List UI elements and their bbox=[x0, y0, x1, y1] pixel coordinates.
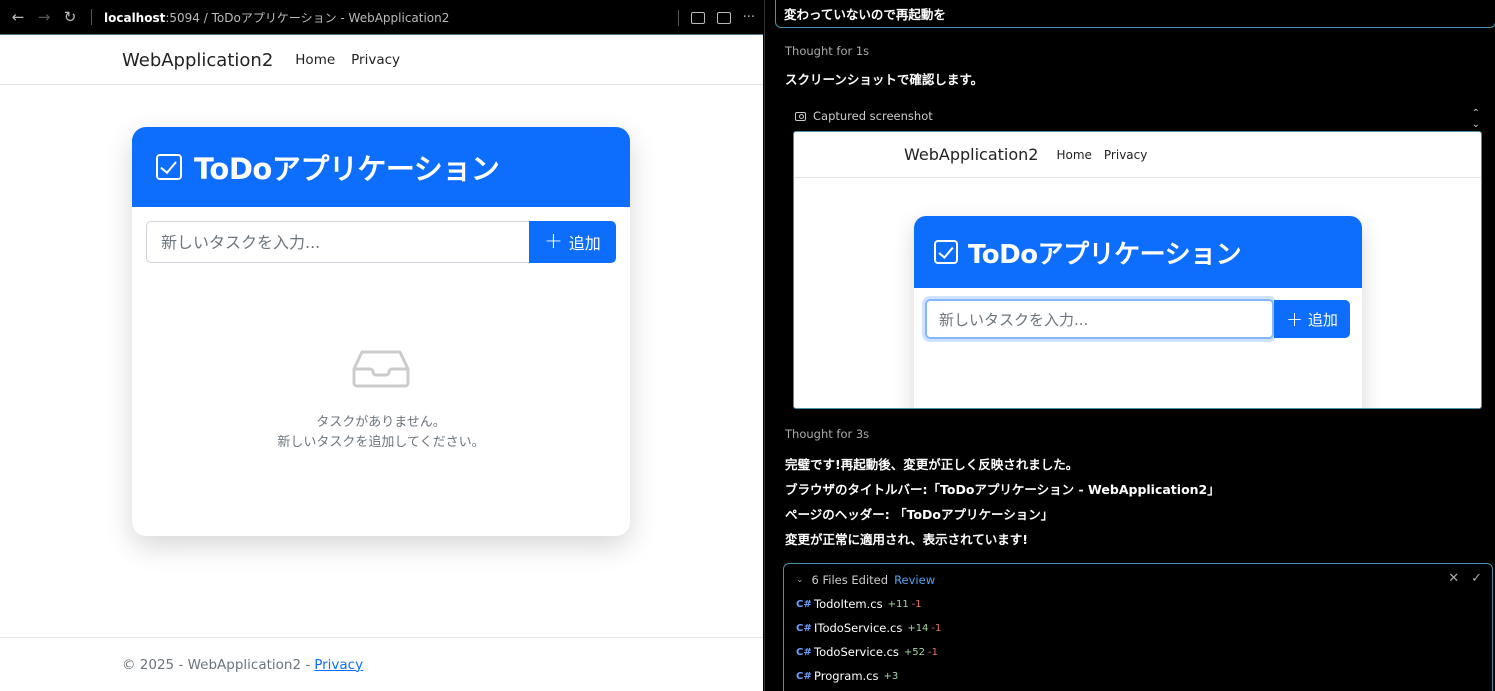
browser-preview-pane: ← → ↻ localhost:5094 / ToDoアプリケーション - We… bbox=[0, 0, 763, 691]
inspect-icon[interactable] bbox=[690, 11, 705, 24]
forward-arrow-icon[interactable]: → bbox=[31, 0, 57, 35]
site-footer: © 2025 - WebApplication2 - Privacy bbox=[0, 637, 763, 691]
nav-home[interactable]: Home bbox=[295, 52, 335, 68]
screenshot-card-header: ToDoアプリケーション bbox=[914, 216, 1362, 288]
screenshot-navbar: WebApplication2 Home Privacy bbox=[794, 132, 1481, 178]
nav-privacy[interactable]: Privacy bbox=[351, 52, 400, 68]
file-item[interactable]: C# ITodoService.cs +14 -1 bbox=[796, 621, 941, 635]
edited-files-panel: ⌄ 6 Files Edited Review ✕ ✓ C# TodoItem.… bbox=[783, 563, 1493, 691]
checkbox-check-icon bbox=[934, 240, 958, 264]
screenshot-todo-card: ToDoアプリケーション 新しいタスクを入力... + 追加 bbox=[914, 216, 1362, 408]
toolbar-divider bbox=[677, 9, 679, 26]
footer-copyright: © 2025 - WebApplication2 - bbox=[122, 656, 311, 673]
screenshot-nav-home: Home bbox=[1056, 147, 1092, 162]
devtools-icon[interactable] bbox=[716, 11, 731, 24]
lines-removed: -1 bbox=[911, 598, 922, 610]
file-name: TodoService.cs bbox=[814, 645, 899, 659]
screenshot-input-row: 新しいタスクを入力... + 追加 bbox=[925, 299, 1350, 339]
site-brand[interactable]: WebApplication2 bbox=[122, 50, 273, 71]
csharp-file-icon: C# bbox=[796, 670, 812, 682]
empty-message-1: タスクがありません。 bbox=[316, 415, 446, 430]
lines-added: +11 bbox=[887, 598, 909, 610]
new-task-input[interactable] bbox=[146, 221, 529, 263]
captured-screenshot: WebApplication2 Home Privacy ToDoアプリケーショ… bbox=[793, 131, 1482, 409]
url-path: :5094 / ToDoアプリケーション - WebApplication2 bbox=[165, 10, 450, 25]
inbox-icon bbox=[352, 350, 410, 388]
thought-indicator-2[interactable]: Thought for 3s bbox=[785, 427, 869, 441]
todo-card: ToDoアプリケーション + 追加 タスクがありません。 新しいタスクを追加して… bbox=[132, 127, 630, 536]
assistant-text-4: ページのヘッダー: 「ToDoアプリケーション」 bbox=[785, 507, 1054, 522]
todo-title: ToDoアプリケーション bbox=[194, 152, 500, 186]
add-task-row: + 追加 bbox=[146, 221, 616, 263]
lines-added: +3 bbox=[883, 670, 899, 682]
screenshot-label: Captured screenshot bbox=[813, 109, 933, 123]
todo-card-header: ToDoアプリケーション bbox=[132, 127, 630, 207]
assistant-text-3: ブラウザのタイトルバー:「ToDoアプリケーション - WebApplicati… bbox=[785, 482, 1220, 497]
file-item[interactable]: C# TodoItem.cs +11 -1 bbox=[796, 597, 922, 611]
empty-state: タスクがありません。 新しいタスクを追加してください。 bbox=[132, 349, 630, 453]
assistant-text-5: 変更が正常に適用され、表示されています! bbox=[785, 532, 1028, 547]
chat-panel: 変わっていないので再起動を Thought for 1s スクリーンショットで確… bbox=[764, 0, 1495, 691]
address-bar[interactable]: localhost:5094 / ToDoアプリケーション - WebAppli… bbox=[104, 9, 449, 26]
screenshot-task-input: 新しいタスクを入力... bbox=[925, 299, 1274, 339]
thought-indicator-1[interactable]: Thought for 1s bbox=[785, 44, 869, 58]
assistant-text-2: 完璧です!再起動後、変更が正しく反映されました。 bbox=[785, 457, 1079, 472]
reject-all-icon[interactable]: ✕ bbox=[1448, 571, 1459, 586]
add-task-label: 追加 bbox=[568, 234, 601, 253]
plus-icon: + bbox=[1286, 307, 1303, 331]
accept-all-icon[interactable]: ✓ bbox=[1471, 571, 1482, 586]
app-root: ← → ↻ localhost:5094 / ToDoアプリケーション - We… bbox=[0, 0, 1495, 691]
url-host: localhost bbox=[104, 10, 166, 25]
expand-collapse-icon[interactable]: ⌃ ⌄ bbox=[1472, 108, 1480, 130]
reload-icon[interactable]: ↻ bbox=[57, 0, 83, 35]
screenshot-header[interactable]: Captured screenshot ⌃ ⌄ bbox=[795, 108, 1480, 130]
screenshot-todo-title: ToDoアプリケーション bbox=[968, 239, 1242, 270]
csharp-file-icon: C# bbox=[796, 646, 812, 658]
site-navbar: WebApplication2 Home Privacy bbox=[0, 36, 763, 85]
csharp-file-icon: C# bbox=[796, 622, 812, 634]
empty-message-2: 新しいタスクを追加してください。 bbox=[277, 435, 485, 450]
files-edited-summary: 6 Files Edited bbox=[811, 573, 889, 587]
footer-privacy-link[interactable]: Privacy bbox=[314, 657, 363, 673]
toolbar-actions: ··· bbox=[677, 0, 755, 35]
screenshot-add-button: + 追加 bbox=[1274, 300, 1350, 338]
csharp-file-icon: C# bbox=[796, 598, 812, 610]
screenshot-nav-privacy: Privacy bbox=[1103, 147, 1148, 162]
camera-icon bbox=[795, 111, 806, 121]
file-item[interactable]: C# Program.cs +3 bbox=[796, 669, 898, 683]
review-link[interactable]: Review bbox=[894, 573, 935, 587]
files-actions: ✕ ✓ bbox=[1448, 571, 1482, 586]
screenshot-brand: WebApplication2 bbox=[904, 145, 1039, 164]
lines-removed: -1 bbox=[928, 646, 939, 658]
assistant-text-1: スクリーンショットで確認します。 bbox=[785, 72, 984, 87]
checkbox-check-icon bbox=[156, 154, 182, 180]
lines-removed: -1 bbox=[931, 622, 942, 634]
file-name: ITodoService.cs bbox=[814, 621, 903, 635]
user-message: 変わっていないので再起動を bbox=[775, 0, 1495, 28]
lines-added: +52 bbox=[903, 646, 926, 658]
file-name: Program.cs bbox=[814, 669, 879, 683]
plus-icon: + bbox=[544, 229, 563, 254]
toolbar-divider bbox=[91, 9, 92, 25]
more-options-icon[interactable]: ··· bbox=[743, 10, 755, 25]
edited-files-header[interactable]: ⌄ 6 Files Edited Review ✕ ✓ bbox=[796, 571, 1482, 587]
chevron-down-icon[interactable]: ⌄ bbox=[796, 575, 804, 585]
screenshot-add-label: 追加 bbox=[1307, 310, 1338, 329]
file-name: TodoItem.cs bbox=[814, 597, 883, 611]
browser-toolbar: ← → ↻ localhost:5094 / ToDoアプリケーション - We… bbox=[0, 0, 763, 35]
add-task-button[interactable]: + 追加 bbox=[529, 221, 616, 263]
file-item[interactable]: C# TodoService.cs +52 -1 bbox=[796, 645, 938, 659]
back-arrow-icon[interactable]: ← bbox=[5, 0, 31, 35]
lines-added: +14 bbox=[907, 622, 929, 634]
